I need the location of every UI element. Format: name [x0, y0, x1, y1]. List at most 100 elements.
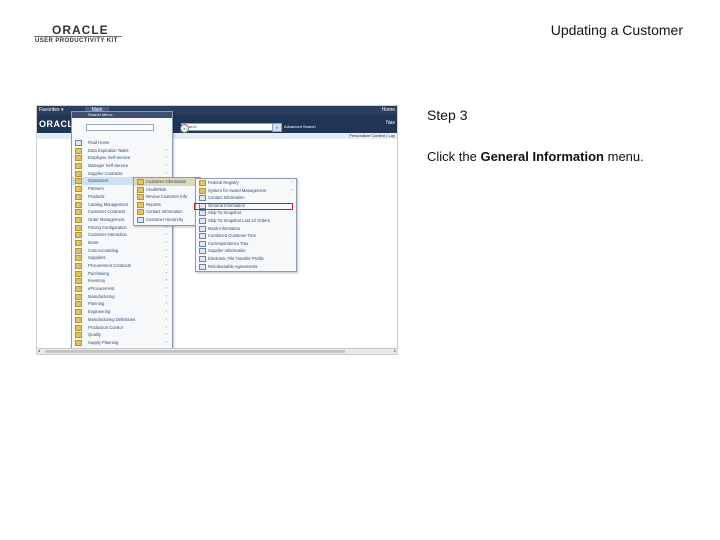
menu-item[interactable]: Ship-To Snapshot — [196, 209, 296, 217]
scrollbar-thumb[interactable] — [45, 350, 345, 353]
chevron-right-icon: › — [165, 146, 167, 152]
menu-item-label: Supply Planning — [88, 339, 119, 345]
menu-item-label: Quality — [88, 332, 102, 338]
menu-item[interactable]: Reports› — [134, 201, 200, 209]
folder-icon — [75, 247, 82, 254]
menu-item[interactable]: Combined Customer Tree — [196, 232, 296, 240]
menu-item-label: Correspondence Tree — [208, 240, 249, 246]
menu-item[interactable]: eProcurement › — [72, 285, 172, 293]
menu-item[interactable]: Quality › — [72, 331, 172, 339]
chevron-right-icon: › — [165, 162, 167, 168]
menu-item[interactable]: Fluid Home — [72, 139, 172, 147]
menu-item[interactable]: Manufacturing › — [72, 293, 172, 301]
folder-icon — [75, 255, 82, 262]
menu-item[interactable]: Reimbursable Agreements — [196, 263, 296, 271]
folder-icon — [75, 286, 82, 293]
horizontal-scrollbar[interactable]: ◂ ▸ — [37, 348, 397, 354]
menu-item[interactable]: Purchasing › — [72, 270, 172, 278]
menu-item-label: Inventory — [88, 278, 106, 284]
page-icon — [75, 140, 82, 146]
menu-item-label: Review Customer Info — [146, 194, 188, 199]
folder-icon — [75, 232, 82, 239]
favorites-menu[interactable]: Favorites ▾ — [39, 107, 63, 113]
menu-item[interactable]: Employee Self-Service › — [72, 154, 172, 162]
menu-item[interactable]: System for Award Management › — [196, 187, 296, 195]
menu-item[interactable]: Electronic File Transfer Profile — [196, 255, 296, 263]
chevron-right-icon: › — [165, 292, 167, 298]
oracle-upk-logo: ORACLE USER PRODUCTIVITY KIT — [34, 23, 124, 47]
folder-icon — [75, 193, 82, 200]
menu-item-label: Purchasing — [88, 270, 109, 276]
chevron-right-icon: › — [165, 331, 167, 337]
home-link[interactable]: Home — [382, 107, 395, 113]
page-icon — [199, 240, 206, 247]
menu-item[interactable]: Procurement Contracts › — [72, 262, 172, 270]
menu-item-label: Fluid Home — [88, 140, 110, 145]
chevron-right-icon: › — [165, 338, 167, 344]
folder-icon — [199, 187, 206, 194]
menu-item[interactable]: Federal Registry › — [196, 179, 296, 187]
page-icon — [199, 225, 206, 232]
menu-item[interactable]: Credit/Risk› — [134, 186, 200, 194]
chevron-right-icon: › — [165, 285, 167, 291]
menu-item[interactable]: Engineering › — [72, 308, 172, 316]
menu-item[interactable]: Customer Information› — [134, 178, 200, 186]
menu-item-label: Customer Hierarchy — [146, 216, 184, 222]
search-go-button[interactable]: » — [272, 123, 282, 132]
personalize-link[interactable]: Personalize Content | Lay — [349, 133, 395, 138]
search-input[interactable]: Search — [181, 123, 273, 131]
page-icon — [199, 195, 206, 202]
menu-item[interactable]: Ship-To Snapshot Last 10 Orders — [196, 217, 296, 225]
menu-item[interactable]: Project Costing› — [72, 354, 172, 355]
menu-item-label: Data Expiration Tasks — [88, 147, 129, 153]
menu-item-label: eProcurement — [88, 286, 115, 292]
page-icon — [137, 216, 144, 223]
menu-item-label: Reimbursable Agreements — [208, 263, 258, 269]
menu-item-label: Suppliers — [88, 255, 106, 261]
menu-item-label: Cost Accounting — [88, 247, 119, 253]
menu-item[interactable]: Data Expiration Tasks › — [72, 147, 172, 155]
scroll-left-icon[interactable]: ◂ — [38, 348, 40, 353]
menu-item[interactable]: Supply Planning › — [72, 339, 172, 347]
chevron-right-icon: › — [165, 238, 167, 244]
menu-item[interactable]: Contact Information — [196, 194, 296, 202]
menu-item[interactable]: Suppliers › — [72, 254, 172, 262]
page-icon — [199, 233, 206, 240]
menu-item[interactable]: Manufacturing Definitions › — [72, 316, 172, 324]
folder-icon — [75, 239, 82, 246]
menu-item[interactable]: Cost Accounting › — [72, 247, 172, 255]
customers-submenu: Customer Information›Credit/Risk›Review … — [133, 177, 201, 226]
folder-icon — [75, 178, 82, 185]
menu-item[interactable]: Correspondence Tree — [196, 240, 296, 248]
folder-icon — [137, 186, 144, 193]
menu-search-input[interactable] — [86, 124, 154, 131]
main-menu-list: Fluid Home Data Expiration Tasks › Employee… — [72, 139, 172, 355]
document-title: Updating a Customer — [550, 22, 683, 38]
customer-information-submenu: Federal Registry › System for Award Manage… — [195, 178, 297, 272]
menu-item-label: Supplier Information — [208, 248, 246, 254]
menu-item-label: System for Award Management — [208, 187, 267, 193]
menu-item[interactable]: Items › — [72, 239, 172, 247]
main-menu-dropdown: Search Menu: » Fluid Home Data Expiration… — [71, 111, 189, 355]
advanced-search-link[interactable]: Advanced Search — [284, 124, 316, 129]
menu-item[interactable]: Contact Information› — [134, 208, 200, 216]
menu-item[interactable]: Customer Interaction › — [72, 231, 172, 239]
menu-item[interactable]: Production Control › — [72, 324, 172, 332]
menu-item-label: Combined Customer Tree — [208, 233, 256, 239]
folder-icon — [75, 324, 82, 331]
scroll-right-icon[interactable]: ▸ — [394, 348, 396, 353]
menu-item[interactable]: Customer Hierarchy — [134, 216, 200, 224]
chevron-right-icon: › — [165, 323, 167, 329]
folder-icon — [75, 201, 82, 208]
menu-item[interactable]: Supplier Information — [196, 247, 296, 255]
menu-item[interactable]: Review Customer Info› — [134, 193, 200, 201]
menu-item[interactable]: Mask Information — [196, 225, 296, 233]
folder-icon — [75, 170, 82, 177]
menu-search-go-icon[interactable]: » — [180, 124, 189, 133]
menu-item[interactable]: Planning › — [72, 300, 172, 308]
menu-item[interactable]: Inventory › — [72, 277, 172, 285]
menu-item[interactable]: Manager Self Service › — [72, 162, 172, 170]
general-information-highlight[interactable] — [194, 203, 293, 210]
menu-item-label: Planning — [88, 301, 105, 307]
menu-item-label: Engineering — [88, 309, 111, 315]
